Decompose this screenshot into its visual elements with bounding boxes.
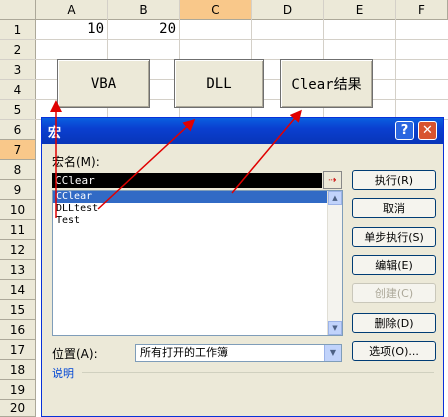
macro-name-input[interactable]: CClear	[52, 173, 322, 188]
column-header-b[interactable]: B	[108, 0, 180, 20]
row-header[interactable]: 4	[0, 80, 36, 100]
row-header[interactable]: 20	[0, 400, 36, 417]
edit-button[interactable]: 编辑(E)	[352, 255, 436, 275]
corner-header[interactable]	[0, 0, 36, 20]
divider	[82, 372, 434, 373]
create-button[interactable]: 创建(C)	[352, 283, 436, 303]
options-button[interactable]: 选项(O)...	[352, 341, 436, 361]
row-header[interactable]: 14	[0, 280, 36, 300]
column-header-e[interactable]: E	[324, 0, 396, 20]
row-header[interactable]: 11	[0, 220, 36, 240]
row-header[interactable]: 15	[0, 300, 36, 320]
row-header[interactable]: 7	[0, 140, 36, 160]
row-header[interactable]: 9	[0, 180, 36, 200]
row-header[interactable]: 6	[0, 120, 36, 140]
location-value: 所有打开的工作簿	[140, 346, 228, 359]
row-header[interactable]: 10	[0, 200, 36, 220]
gridline	[0, 39, 448, 40]
row-header[interactable]: 17	[0, 340, 36, 360]
list-scrollbar[interactable]: ▲ ▼	[327, 191, 342, 335]
row-header[interactable]: 1	[0, 20, 36, 40]
row-header[interactable]: 5	[0, 100, 36, 120]
row-header[interactable]: 18	[0, 360, 36, 380]
column-header-d[interactable]: D	[252, 0, 324, 20]
step-into-button[interactable]: 单步执行(S)	[352, 227, 436, 247]
chevron-down-icon[interactable]: ▼	[324, 345, 341, 361]
column-header-f[interactable]: F	[396, 0, 448, 20]
row-header[interactable]: 2	[0, 40, 36, 60]
cancel-button[interactable]: 取消	[352, 198, 436, 218]
delete-button[interactable]: 删除(D)	[352, 313, 436, 333]
location-label: 位置(A):	[52, 347, 98, 361]
list-item[interactable]: DLLtest	[53, 203, 342, 215]
row-header[interactable]: 19	[0, 380, 36, 400]
macro-dialog: 宏 ? ✕ 宏名(M): CClear ⇢ CClear DLLtest Tes…	[41, 117, 444, 417]
ref-select-icon[interactable]: ⇢	[323, 171, 342, 189]
row-header[interactable]: 16	[0, 320, 36, 340]
close-icon[interactable]: ✕	[418, 121, 437, 140]
column-header-c[interactable]: C	[180, 0, 252, 20]
clear-result-button[interactable]: Clear结果	[280, 59, 373, 108]
macro-name-label: 宏名(M):	[52, 155, 100, 169]
vba-button[interactable]: VBA	[57, 59, 150, 108]
dialog-title-bar[interactable]: 宏 ? ✕	[42, 118, 443, 144]
macro-list[interactable]: CClear DLLtest Test ▲ ▼	[52, 190, 343, 336]
cell-b1[interactable]: 20	[108, 21, 176, 37]
scroll-up-icon[interactable]: ▲	[328, 191, 342, 205]
dialog-title: 宏	[48, 126, 62, 141]
help-icon[interactable]: ?	[395, 121, 414, 140]
location-select[interactable]: 所有打开的工作簿 ▼	[135, 344, 342, 362]
row-header[interactable]: 12	[0, 240, 36, 260]
list-item[interactable]: CClear	[53, 191, 342, 203]
column-header-a[interactable]: A	[36, 0, 108, 20]
row-header[interactable]: 3	[0, 60, 36, 80]
cell-a1[interactable]: 10	[36, 21, 104, 37]
list-item[interactable]: Test	[53, 215, 342, 227]
scroll-down-icon[interactable]: ▼	[328, 321, 342, 335]
run-button[interactable]: 执行(R)	[352, 170, 436, 190]
row-header[interactable]: 13	[0, 260, 36, 280]
dll-button[interactable]: DLL	[174, 59, 264, 108]
row-header[interactable]: 8	[0, 160, 36, 180]
description-label: 说明	[52, 367, 74, 380]
